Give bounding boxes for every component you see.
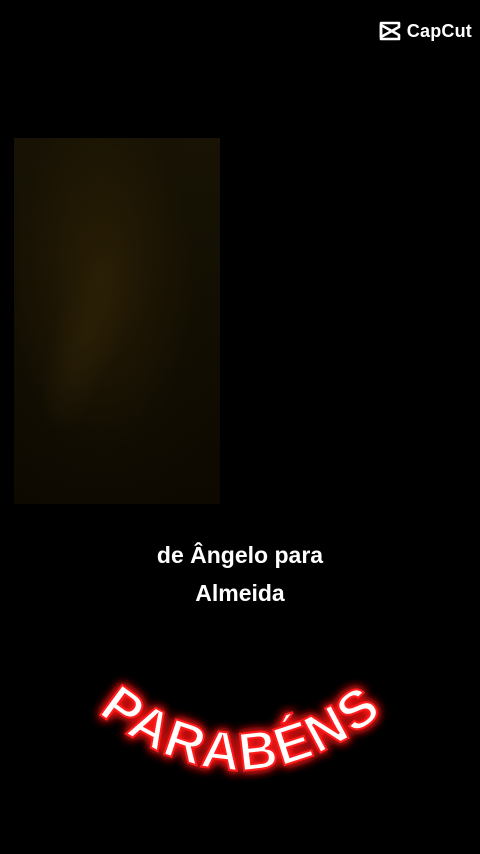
capcut-logo-icon — [379, 21, 401, 41]
title-text: PARABÉNS — [90, 674, 391, 783]
caption-line-2: Almeida — [195, 580, 285, 606]
caption: de Ângelo para Almeida — [0, 536, 480, 612]
title-text-path: PARABÉNS — [89, 673, 390, 784]
capcut-watermark: CapCut — [377, 18, 472, 44]
video-frame: CapCut de Ângelo para Almeida PARABÉNS — [0, 0, 480, 854]
arched-title: PARABÉNS — [89, 673, 391, 784]
dim-photo — [14, 138, 220, 504]
watermark-brand-text: CapCut — [406, 20, 472, 41]
caption-line-1: de Ângelo para — [156, 542, 324, 568]
